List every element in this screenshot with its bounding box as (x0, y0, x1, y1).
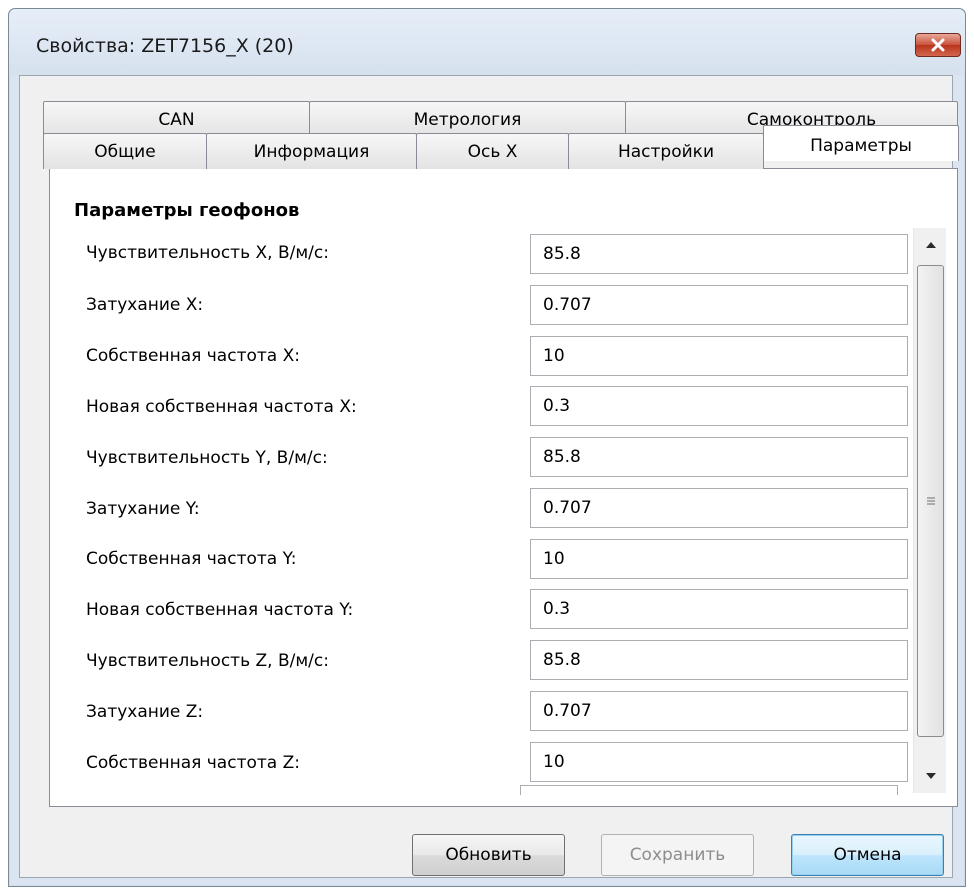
sensitivity-y-field[interactable] (530, 437, 908, 477)
tab-can-label: CAN (158, 110, 195, 130)
update-button[interactable]: Обновить (412, 834, 565, 876)
update-button-label: Обновить (445, 845, 532, 865)
scroll-down-button[interactable] (914, 759, 947, 793)
window-title: Свойства: ZET7156_X (20) (36, 35, 294, 57)
damping-x-field[interactable] (530, 285, 908, 325)
tab-settings[interactable]: Настройки (568, 133, 764, 169)
param-label: Чувствительность Z, В/м/с: (86, 651, 329, 671)
natural-frequency-y-field[interactable] (530, 539, 908, 579)
arrow-down-icon (925, 773, 936, 779)
partially-visible-field[interactable] (520, 785, 898, 795)
section-title-geophones: Параметры геофонов (74, 200, 300, 221)
param-label: Собственная частота X: (86, 346, 300, 366)
tab-settings-label: Настройки (617, 141, 714, 162)
natural-frequency-x-field[interactable] (530, 336, 908, 376)
new-natural-frequency-y-field[interactable] (530, 589, 908, 629)
tab-axis-x[interactable]: Ось X (416, 133, 569, 169)
close-icon (931, 38, 945, 52)
save-button[interactable]: Сохранить (601, 834, 754, 876)
tab-general[interactable]: Общие (43, 133, 207, 169)
vertical-scrollbar[interactable] (913, 228, 946, 793)
scrollbar-thumb[interactable] (917, 265, 944, 737)
param-label: Затухание X: (86, 295, 204, 315)
tab-metrology-label: Метрология (413, 110, 522, 130)
natural-frequency-z-field[interactable] (530, 742, 908, 782)
sensitivity-z-field[interactable] (530, 640, 908, 680)
new-natural-frequency-x-field[interactable] (530, 386, 908, 426)
param-label: Собственная частота Z: (86, 753, 300, 773)
tab-parameters[interactable]: Параметры (763, 125, 959, 161)
dialog-client-area: CAN Метрология Самоконтроль Общие Информ… (19, 75, 959, 878)
tab-axis-x-label: Ось X (467, 141, 518, 162)
scroll-up-button[interactable] (914, 228, 947, 262)
title-bar[interactable]: Свойства: ZET7156_X (20) (9, 9, 965, 75)
cancel-button-label: Отмена (833, 845, 902, 865)
tab-can[interactable]: CAN (43, 101, 310, 137)
close-button[interactable] (915, 33, 961, 57)
tab-general-label: Общие (94, 141, 156, 162)
properties-window: Свойства: ZET7156_X (20) CAN Метрология … (8, 8, 966, 887)
damping-y-field[interactable] (530, 488, 908, 528)
arrow-up-icon (925, 242, 936, 248)
grip-icon (926, 497, 935, 505)
tab-parameters-label: Параметры (810, 136, 912, 156)
tab-information-label: Информация (253, 141, 370, 162)
tab-metrology[interactable]: Метрология (309, 101, 626, 137)
tab-information[interactable]: Информация (206, 133, 417, 169)
tab-row-front: Общие Информация Ось X Настройки Парамет… (43, 125, 959, 169)
param-label: Новая собственная частота X: (86, 397, 357, 417)
save-button-label: Сохранить (629, 845, 726, 865)
param-label: Чувствительность X, В/м/с: (86, 243, 329, 263)
damping-z-field[interactable] (530, 691, 908, 731)
param-label: Затухание Z: (86, 702, 204, 722)
cancel-button[interactable]: Отмена (791, 834, 944, 876)
sensitivity-x-field[interactable] (530, 234, 908, 274)
param-label: Затухание Y: (86, 499, 200, 519)
param-label: Собственная частота Y: (86, 549, 297, 569)
param-label: Чувствительность Y, В/м/с: (86, 448, 328, 468)
param-label: Новая собственная частота Y: (86, 600, 354, 620)
